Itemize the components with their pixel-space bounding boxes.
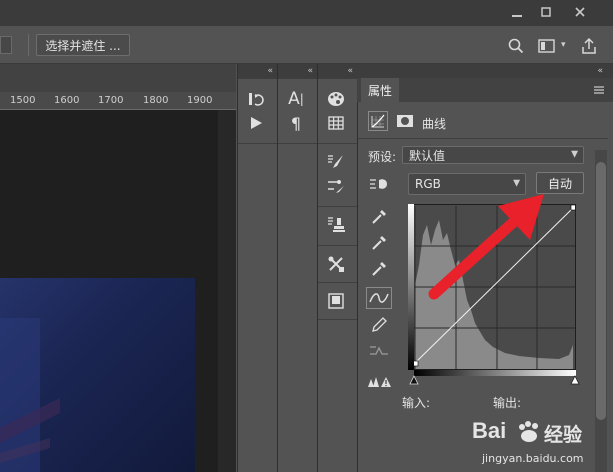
- ruler-tick: 1700: [98, 95, 124, 106]
- workspace-icon[interactable]: [538, 39, 556, 53]
- input-gradient-bar: [414, 370, 576, 376]
- scrollbar-thumb[interactable]: [596, 162, 606, 420]
- eyedropper-white-icon[interactable]: [364, 258, 394, 280]
- watermark-brand: Bai: [472, 418, 507, 443]
- select-and-mask-button[interactable]: 选择并遮住 ...: [36, 34, 130, 56]
- image-layer[interactable]: [0, 278, 195, 472]
- tab-properties[interactable]: 属性: [361, 78, 399, 102]
- eyedropper-gray-icon[interactable]: [364, 232, 394, 254]
- chevron-down-icon: ▼: [571, 149, 578, 160]
- preset-label: 预设:: [368, 150, 397, 164]
- ruler-tick: 1900: [187, 95, 213, 106]
- smooth-curve-icon[interactable]: [364, 340, 394, 362]
- curves-adjustment-icon[interactable]: [368, 111, 388, 131]
- maximize-icon[interactable]: [531, 0, 561, 24]
- paw-logo-icon: [516, 420, 542, 444]
- divider: [28, 34, 29, 56]
- tool-presets-icon[interactable]: [318, 252, 354, 276]
- ruler-tick: 1600: [54, 95, 80, 106]
- search-icon[interactable]: [507, 37, 525, 55]
- history-icon[interactable]: [238, 87, 274, 111]
- notes-icon[interactable]: [318, 289, 354, 313]
- character-icon[interactable]: A |: [278, 87, 314, 111]
- options-field-partial[interactable]: [0, 36, 12, 54]
- actions-play-icon[interactable]: [238, 111, 274, 135]
- ruler-tick: 1800: [143, 95, 169, 106]
- chevron-down-icon[interactable]: ▾: [561, 40, 566, 50]
- black-point-slider[interactable]: [409, 374, 419, 385]
- panel-column-tools: «: [317, 64, 357, 472]
- close-icon[interactable]: [565, 0, 595, 24]
- baidu-jingyan-watermark: Bai 经验 jingyan.baidu.com: [468, 418, 608, 470]
- panel-column-history: «: [237, 64, 277, 472]
- input-label: 输入:: [402, 396, 431, 410]
- pencil-draw-icon[interactable]: [364, 314, 394, 336]
- clipping-warning-icon[interactable]: [364, 370, 394, 392]
- horizontal-ruler: 1500 1600 1700 1800 1900: [0, 92, 236, 110]
- adjustment-title: 曲线: [422, 117, 447, 131]
- watermark-brand-suffix: 经验: [544, 424, 583, 446]
- watermark-url: jingyan.baidu.com: [482, 452, 584, 465]
- brush-settings-icon[interactable]: [318, 174, 354, 198]
- ruler-tick: 1500: [10, 95, 36, 106]
- divider: [358, 138, 608, 139]
- brush-presets-icon[interactable]: [318, 150, 354, 174]
- paragraph-icon[interactable]: ¶: [278, 111, 314, 135]
- document-tab-strip: [0, 64, 236, 92]
- share-icon[interactable]: [580, 37, 598, 55]
- preset-value: 默认值: [409, 148, 446, 163]
- color-palette-icon[interactable]: [318, 87, 354, 111]
- preset-dropdown[interactable]: 默认值 ▼: [402, 146, 584, 164]
- eyedropper-black-icon[interactable]: [364, 206, 394, 228]
- panel-column-type: « A | ¶: [277, 64, 317, 472]
- output-gradient-bar: [408, 204, 414, 370]
- swatches-grid-icon[interactable]: [318, 111, 354, 135]
- output-label: 输出:: [493, 396, 522, 410]
- collapse-chevron-icon[interactable]: «: [278, 64, 317, 78]
- on-image-adjust-icon[interactable]: [364, 173, 394, 195]
- collapse-chevron-icon[interactable]: «: [238, 64, 277, 78]
- clone-source-icon[interactable]: [318, 213, 354, 237]
- chevron-down-icon: ▼: [513, 178, 520, 189]
- white-point-slider[interactable]: [570, 374, 580, 385]
- minimize-icon[interactable]: [502, 0, 532, 24]
- collapse-chevron-icon[interactable]: «: [318, 64, 357, 78]
- annotation-arrow-icon: [420, 188, 550, 308]
- panel-menu-icon[interactable]: [593, 84, 605, 96]
- collapse-chevron-icon[interactable]: «: [357, 64, 613, 78]
- mask-icon[interactable]: [396, 114, 414, 128]
- curve-points-icon[interactable]: [366, 287, 392, 309]
